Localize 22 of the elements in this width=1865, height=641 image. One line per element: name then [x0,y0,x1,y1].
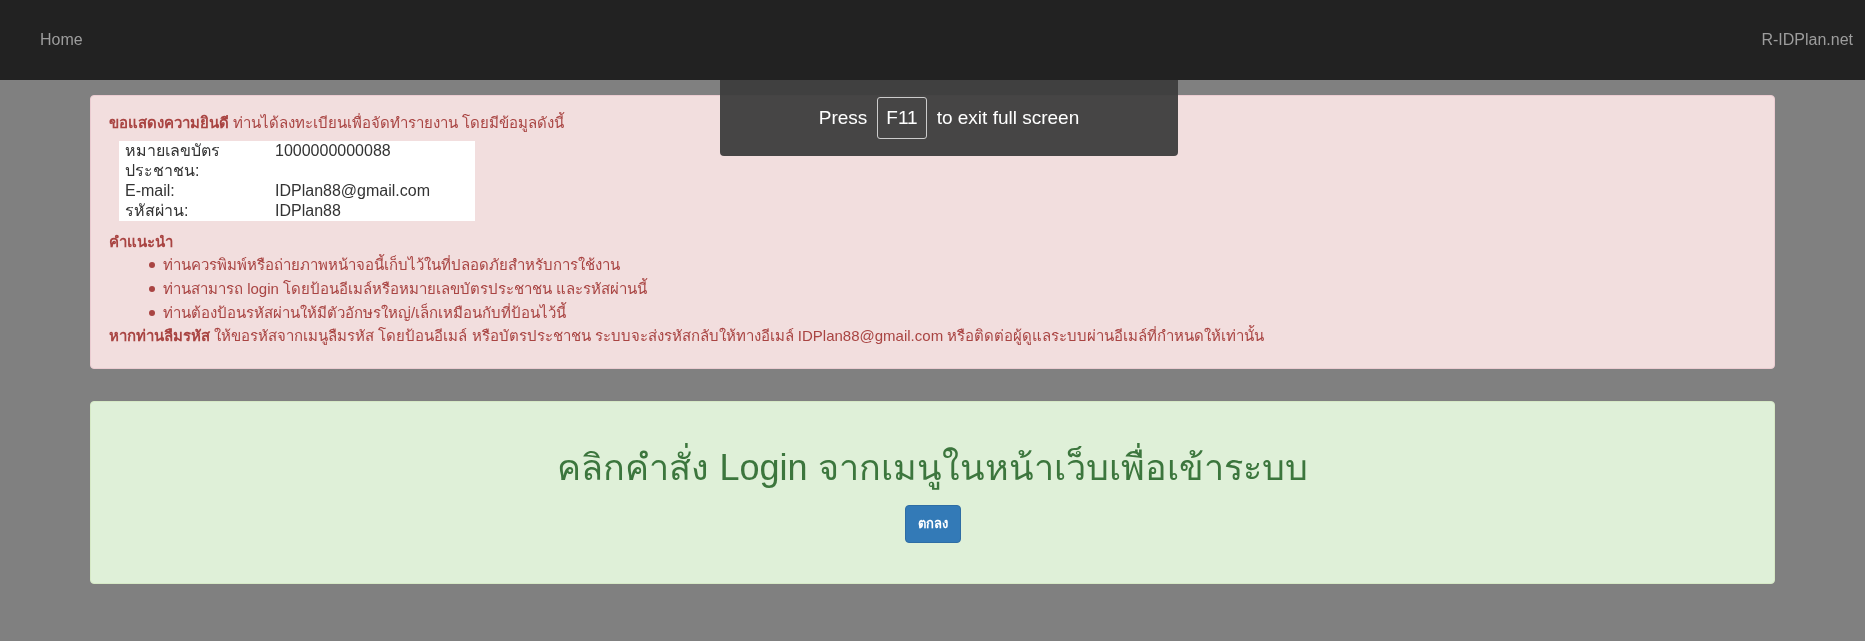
info-value: IDPlan88 [275,200,342,221]
login-heading: คลิกคำสั่ง Login จากเมนูในหน้าเว็บเพื่อเข้าระบบ [557,441,1308,496]
bullet-icon [149,310,155,316]
home-link[interactable]: Home [40,28,83,52]
bullet-icon [149,286,155,292]
brand-link[interactable]: R-IDPlan.net [1761,28,1853,52]
intro-text: ขอแสดงความยินดี ท่านได้ลงทะเบียนเพื่อจัดทำรายงาน โดยมีข้อมูลดังนี้ [109,112,565,134]
info-value: 1000000000088 [275,140,392,161]
info-label: E-mail: [125,180,176,201]
info-value: IDPlan88@gmail.com [275,180,431,201]
advice-text: ท่านสามารถ login โดยป้อนอีเมล์หรือหมายเลขบัตรประชาชน และรหัสผ่านนี้ [163,277,648,299]
advice-title: คำแนะนำ [109,231,173,252]
ok-button[interactable]: ตกลง [904,505,961,543]
notice-text: to exit full screen [936,105,1080,130]
forgot-text: หากท่านลืมรหัส ให้ขอรหัสจากเมนูลืมรหัส โดยป้อนอีเมล์ หรือบัตรประชาชน ระบบจะส่งรหัสกลับให้ทางอีเมล์ IDPlan88@gmail.com หรือติดต่อผู้ดูแลระบบผ่านอีเมล์ที่กำหนดให้เท่านั้น [109,325,1265,347]
bullet-icon [149,262,155,268]
info-label: หมายเลขบัตรประชาชน: [125,140,221,181]
advice-text: ท่านควรพิมพ์หรือถ่ายภาพหน้าจอนี้เก็บไว้ในที่ปลอดภัยสำหรับการใช้งาน [163,253,620,275]
info-label: รหัสผ่าน: [125,200,190,221]
advice-text: ท่านต้องป้อนรหัสผ่านให้มีตัวอักษรใหญ่/เล็กเหมือนกับที่ป้อนไว้นี้ [163,301,567,323]
key-label: F11 [877,96,927,140]
notice-text: Press [818,105,868,130]
